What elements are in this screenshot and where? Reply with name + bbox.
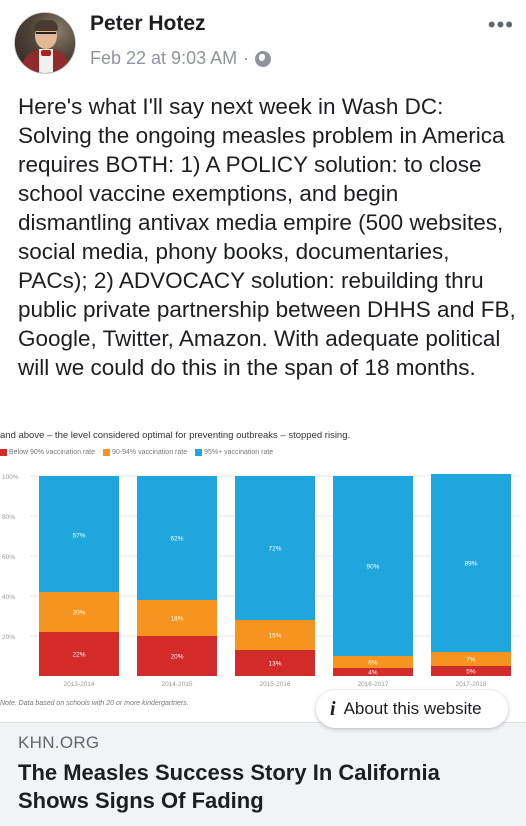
data-label: 18% xyxy=(170,616,183,623)
data-label: 13% xyxy=(268,661,281,668)
chart-caption: and above – the level considered optimal… xyxy=(0,430,351,441)
data-label: 62% xyxy=(170,536,183,543)
data-label: 20% xyxy=(72,610,85,617)
stacked-bar-chart: 100% 80% 60% 40% 20% 22% 20% 57% 2013-2014 20% 18%… xyxy=(2,474,520,688)
author-name[interactable]: Peter Hotez xyxy=(90,12,206,36)
x-tick-label: 2013-2014 xyxy=(63,681,94,688)
data-label: 15% xyxy=(268,633,281,640)
bar-segment xyxy=(39,476,119,478)
chart-note: Note: Data based on schools with 20 or m… xyxy=(0,700,189,707)
legend-swatch-below90 xyxy=(0,449,7,456)
post-header: Peter Hotez Feb 22 at 9:03 AM · ••• xyxy=(14,12,514,76)
data-label: 89% xyxy=(464,561,477,568)
more-options-icon[interactable]: ••• xyxy=(488,14,514,36)
data-label: 6% xyxy=(368,660,378,667)
data-label: 57% xyxy=(72,533,85,540)
y-tick-label: 20% xyxy=(2,634,15,641)
meta-separator: · xyxy=(243,48,250,68)
post-meta: Feb 22 at 9:03 AM · xyxy=(90,48,272,69)
legend-item-below90: Below 90% vaccination rate xyxy=(0,449,95,456)
data-label: 4% xyxy=(368,670,378,677)
x-tick-label: 2015-2016 xyxy=(259,681,290,688)
data-label: 22% xyxy=(72,652,85,659)
y-tick-label: 60% xyxy=(2,554,15,561)
about-website-label: About this website xyxy=(343,699,482,718)
data-label: 7% xyxy=(466,657,476,664)
y-tick-label: 40% xyxy=(2,594,15,601)
legend-swatch-mid xyxy=(103,449,110,456)
y-tick-label: 80% xyxy=(2,514,15,521)
about-website-button[interactable]: i About this website xyxy=(316,690,508,728)
legend-label-below90: Below 90% vaccination rate xyxy=(9,449,95,456)
x-tick-label: 2016-2017 xyxy=(357,681,388,688)
post-text: Here's what I'll say next week in Wash D… xyxy=(18,94,516,380)
legend-item-above95: 95%+ vaccination rate xyxy=(195,449,273,456)
legend-item-mid: 90-94% vaccination rate xyxy=(103,449,187,456)
data-label: 90% xyxy=(366,564,379,571)
legend-label-mid: 90-94% vaccination rate xyxy=(112,449,188,456)
data-label: 5% xyxy=(466,669,476,676)
data-label: 72% xyxy=(268,546,281,553)
x-tick-label: 2014-2015 xyxy=(161,681,192,688)
x-tick-label: 2017-2018 xyxy=(455,681,486,688)
link-domain[interactable]: KHN.ORG xyxy=(18,733,99,753)
globe-icon[interactable] xyxy=(255,50,272,67)
data-label: 20% xyxy=(170,654,183,661)
info-icon: i xyxy=(330,697,336,720)
legend-swatch-above95 xyxy=(195,449,203,456)
y-tick-label: 100% xyxy=(2,474,19,481)
chart-legend: Below 90% vaccination rate 90-94% vaccin… xyxy=(0,449,273,456)
legend-label-above95: 95%+ vaccination rate xyxy=(204,449,274,456)
link-preview[interactable]: KHN.ORG The Measles Success Story In Cal… xyxy=(0,722,526,826)
avatar[interactable] xyxy=(14,12,76,74)
link-headline[interactable]: The Measles Success Story In California … xyxy=(18,759,508,815)
chart-image[interactable]: 100% 80% 60% 40% 20% 22% 20% 57% 2013-2014 20% 18%… xyxy=(0,428,526,722)
timestamp[interactable]: Feb 22 at 9:03 AM xyxy=(90,48,237,69)
